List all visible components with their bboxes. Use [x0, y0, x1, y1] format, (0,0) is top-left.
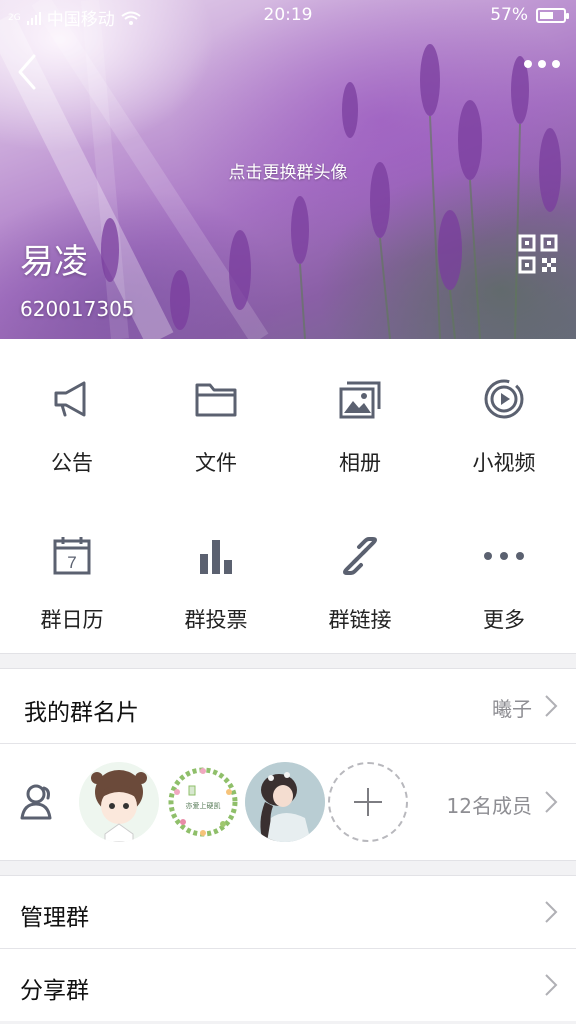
feature-label: 公告 [51, 451, 93, 475]
feature-vote[interactable]: 群投票 [144, 496, 288, 653]
qr-code-icon[interactable] [518, 234, 558, 274]
plus-icon [354, 788, 382, 816]
battery-icon [536, 7, 569, 23]
folder-icon [195, 383, 237, 417]
member-avatar[interactable] [79, 762, 159, 842]
photo-album-icon [339, 381, 381, 419]
member-count: 12名成员 [446, 794, 532, 818]
more-dots-icon [484, 552, 524, 560]
feature-announcement[interactable]: 公告 [0, 339, 144, 496]
feature-calendar[interactable]: 7 群日历 [0, 496, 144, 653]
avatar-wreath-text: 亦爱上硬凯 [186, 801, 221, 810]
feature-link[interactable]: 群链接 [288, 496, 432, 653]
share-group-row[interactable]: 分享群 [0, 949, 576, 1021]
members-icon [20, 784, 52, 820]
feature-grid: 公告 文件 相册 小视频 7 群日历 群投票 群链接 更多 [0, 339, 576, 653]
more-options-icon[interactable] [524, 60, 560, 68]
battery-percent: 57% [490, 5, 528, 25]
bar-chart-icon [200, 540, 232, 574]
chevron-right-icon [545, 791, 558, 813]
cartoon-boy-avatar [79, 762, 159, 842]
my-group-card-row[interactable]: 我的群名片 曦子 [0, 669, 576, 743]
manage-group-label: 管理群 [20, 905, 89, 931]
section-gap [0, 860, 576, 876]
my-group-card-title: 我的群名片 [24, 700, 139, 726]
feature-label: 更多 [483, 608, 525, 632]
calendar-icon: 7 [53, 537, 91, 575]
chevron-right-icon [545, 901, 558, 923]
feature-files[interactable]: 文件 [144, 339, 288, 496]
share-group-label: 分享群 [20, 978, 89, 1004]
girl-photo-avatar [245, 762, 325, 842]
feature-label: 小视频 [472, 451, 536, 475]
link-icon [343, 537, 377, 575]
member-avatar[interactable]: 亦爱上硬凯 [163, 762, 243, 842]
group-cover-image[interactable]: 2G 中国移动 20:19 57% 点击更换群头像 易凌 620017305 [0, 0, 576, 339]
feature-label: 相册 [339, 451, 381, 475]
feature-short-video[interactable]: 小视频 [432, 339, 576, 496]
group-name: 易凌 [20, 242, 88, 282]
feature-label: 文件 [195, 451, 237, 475]
add-member-button[interactable] [328, 762, 408, 842]
manage-group-row[interactable]: 管理群 [0, 876, 576, 948]
feature-label: 群投票 [184, 608, 248, 632]
video-play-icon [484, 379, 524, 419]
feature-label: 群链接 [328, 608, 392, 632]
back-arrow-icon[interactable] [14, 52, 44, 92]
flower-wreath-avatar: 亦爱上硬凯 [163, 762, 243, 842]
status-right: 57% [490, 5, 569, 25]
members-row[interactable]: 亦爱上硬凯 12名成员 [0, 744, 576, 860]
group-id: 620017305 [20, 297, 135, 321]
member-avatar[interactable] [245, 762, 325, 842]
section-gap [0, 653, 576, 669]
change-avatar-hint[interactable]: 点击更换群头像 [0, 158, 576, 183]
chevron-right-icon [545, 974, 558, 996]
feature-label: 群日历 [40, 608, 104, 632]
feature-more[interactable]: 更多 [432, 496, 576, 653]
megaphone-icon [54, 381, 86, 417]
chevron-right-icon [545, 695, 558, 717]
status-bar: 2G 中国移动 20:19 57% [0, 0, 576, 32]
feature-album[interactable]: 相册 [288, 339, 432, 496]
battery-fill [540, 11, 553, 19]
my-group-card-value: 曦子 [492, 697, 532, 721]
calendar-day: 7 [67, 553, 76, 572]
